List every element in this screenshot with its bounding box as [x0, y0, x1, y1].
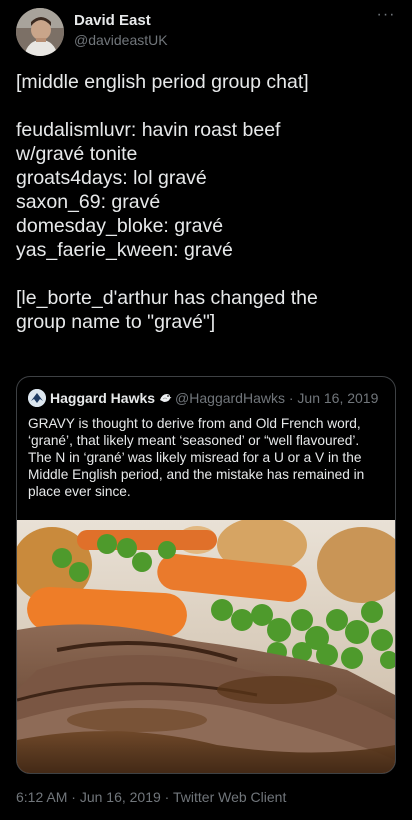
quoted-text: GRAVY is thought to derive from and Old … [28, 415, 384, 500]
tweet-time[interactable]: 6:12 AM [16, 789, 67, 805]
quoted-display-name[interactable]: Haggard Hawks [50, 390, 155, 406]
bird-emoji-icon [158, 391, 172, 405]
quoted-line: Middle English period, and the mistake h… [28, 467, 365, 482]
quoted-tweet[interactable]: Haggard Hawks @HaggardHawks · Jun 16, 20… [16, 376, 396, 774]
roast-dinner-photo-icon [17, 517, 395, 773]
tweet-line: feudalismluvr: havin roast beef [16, 119, 281, 141]
tweet-footer: 6:12 AM · Jun 16, 2019 · Twitter Web Cli… [16, 789, 286, 805]
author-block: David East @davideastUK [74, 12, 168, 49]
more-options-icon[interactable]: ··· [376, 7, 396, 28]
tweet-line: groats4days: lol gravé [16, 167, 207, 189]
tweet-line: w/gravé tonite [16, 143, 138, 165]
handle[interactable]: @davideastUK [74, 31, 168, 49]
tweet-client[interactable]: Twitter Web Client [173, 789, 286, 805]
quoted-line: ‘grané’, that likely meant ‘seasoned’ or… [28, 433, 360, 448]
footer-separator: · [160, 789, 173, 805]
tweet-line: yas_faerie_kween: gravé [16, 239, 233, 261]
tweet-date[interactable]: Jun 16, 2019 [80, 789, 161, 805]
footer-separator: · [67, 789, 80, 805]
quoted-line: The N in ‘grané’ was likely misread for … [28, 450, 362, 465]
tweet-line: domesday_bloke: gravé [16, 215, 224, 237]
quoted-handle-date[interactable]: @HaggardHawks · Jun 16, 2019 [175, 390, 378, 406]
hawk-logo-icon [28, 389, 46, 407]
tweet-line: saxon_69: gravé [16, 191, 161, 213]
tweet-text: [middle english period group chat] feuda… [16, 70, 396, 334]
quoted-line: GRAVY is thought to derive from and Old … [28, 416, 361, 431]
quoted-avatar[interactable] [28, 389, 46, 407]
tweet-header: David East @davideastUK ··· [16, 7, 396, 56]
tweet-line: [le_borte_d'arthur has changed the [16, 287, 318, 309]
avatar[interactable] [16, 8, 64, 56]
quoted-media-image[interactable] [17, 517, 395, 773]
quoted-line: place ever since. [28, 484, 131, 499]
tweet-line: group name to "gravé"] [16, 311, 216, 333]
quoted-tweet-header: Haggard Hawks @HaggardHawks · Jun 16, 20… [28, 389, 385, 407]
display-name[interactable]: David East [74, 12, 168, 30]
tweet-line: [middle english period group chat] [16, 71, 309, 93]
user-avatar-icon [16, 8, 64, 56]
